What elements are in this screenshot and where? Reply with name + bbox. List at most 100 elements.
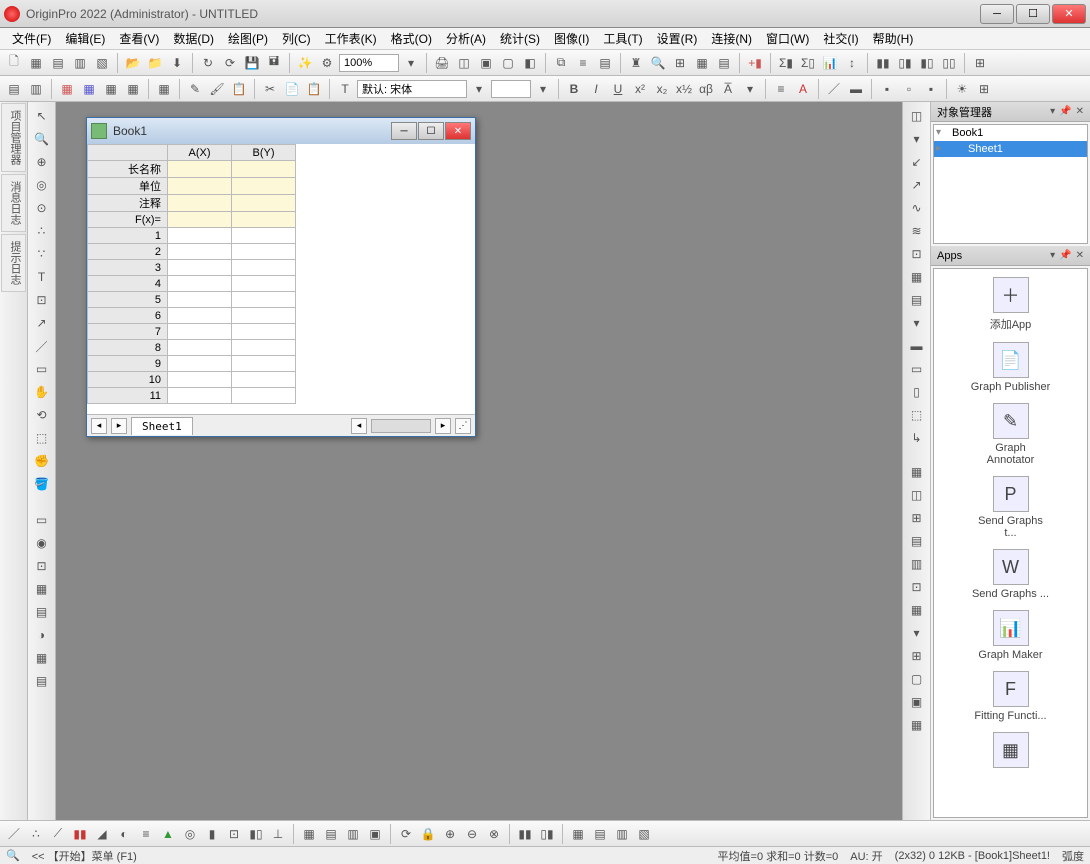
bucket-icon[interactable]: 🪣 (31, 474, 53, 494)
cell[interactable] (168, 372, 232, 388)
plot-a-icon[interactable]: ⊕ (440, 824, 460, 844)
lt-extra1-icon[interactable]: ▭ (31, 510, 53, 530)
app-item[interactable]: WSend Graphs ... (971, 549, 1051, 600)
rt-21-icon[interactable]: ⊡ (907, 577, 927, 597)
add-col-icon[interactable]: +▮ (745, 53, 765, 73)
cell[interactable] (232, 178, 296, 195)
app-item[interactable]: PSend Graphs t... (971, 476, 1051, 539)
rt-19-icon[interactable]: ▤ (907, 531, 927, 551)
panel-pin-icon[interactable]: 📌 (1059, 250, 1071, 261)
align-icon[interactable]: ≡ (771, 79, 791, 99)
apps-list[interactable]: ＋添加App📄Graph Publisher✎Graph AnnotatorPS… (933, 268, 1088, 818)
row-units[interactable]: 单位 (88, 178, 168, 195)
menu-stats[interactable]: 统计(S) (494, 28, 546, 49)
cell[interactable] (232, 161, 296, 178)
apps-header[interactable]: Apps ▾ 📌 ✕ (931, 246, 1090, 266)
row-header[interactable]: 9 (88, 356, 168, 372)
plot-f-icon[interactable]: ▦ (568, 824, 588, 844)
plot-stack-icon[interactable]: ▥ (343, 824, 363, 844)
sheet-nav-prev[interactable]: ▸ (111, 418, 127, 434)
cell[interactable] (232, 244, 296, 260)
rt-20-icon[interactable]: ▥ (907, 554, 927, 574)
cell[interactable] (232, 372, 296, 388)
rt-2-icon[interactable]: ▾ (907, 129, 927, 149)
plot-d-icon[interactable]: ▮▮ (515, 824, 535, 844)
t2-d-icon[interactable]: ▦ (79, 79, 99, 99)
menu-window[interactable]: 窗口(W) (760, 28, 815, 49)
cell[interactable] (168, 178, 232, 195)
region-icon[interactable]: ⬚ (31, 428, 53, 448)
cell[interactable] (168, 292, 232, 308)
plot-i-icon[interactable]: ▧ (634, 824, 654, 844)
plot-3d-icon[interactable]: ▮ (202, 824, 222, 844)
italic-icon[interactable]: I (586, 79, 606, 99)
app-item[interactable]: ▦ (971, 732, 1051, 771)
panel-close-icon[interactable]: ✕ (1076, 250, 1084, 261)
plot-multi-icon[interactable]: ▦ (299, 824, 319, 844)
zoom-combo[interactable]: 100% (339, 54, 399, 72)
cell[interactable] (232, 356, 296, 372)
menu-tools[interactable]: 工具(T) (597, 28, 648, 49)
cell[interactable] (232, 212, 296, 228)
panel-close-icon[interactable]: ✕ (1076, 106, 1084, 117)
t2-f-icon[interactable]: ▦ (123, 79, 143, 99)
palette3-icon[interactable]: ▪ (921, 79, 941, 99)
plot-scatter-icon[interactable]: ∴ (26, 824, 46, 844)
fontcolor-icon[interactable]: A (793, 79, 813, 99)
lt-extra3-icon[interactable]: ⊡ (31, 556, 53, 576)
font-inc-icon[interactable]: A̅ (718, 79, 738, 99)
cell[interactable] (232, 260, 296, 276)
hand-icon[interactable]: ✊ (31, 451, 53, 471)
plot-contour-icon[interactable]: ◎ (180, 824, 200, 844)
zoomin-icon[interactable]: 🔍 (31, 129, 53, 149)
sigma-icon[interactable]: Σ▮ (776, 53, 796, 73)
tab-project-explorer[interactable]: 项目管理器 (1, 103, 26, 172)
app-item[interactable]: 📄Graph Publisher (971, 342, 1051, 393)
rt-10-icon[interactable]: ▾ (907, 313, 927, 333)
panel-menu-icon[interactable]: ▾ (1050, 250, 1055, 261)
lt-extra4-icon[interactable]: ▦ (31, 579, 53, 599)
window1-icon[interactable]: ◫ (454, 53, 474, 73)
t2-c-icon[interactable]: ▦ (57, 79, 77, 99)
row-header[interactable]: 7 (88, 324, 168, 340)
menu-connect[interactable]: 连接(N) (705, 28, 758, 49)
rt-9-icon[interactable]: ▤ (907, 290, 927, 310)
rt-25-icon[interactable]: ▢ (907, 669, 927, 689)
bars4-icon[interactable]: ▯▯ (939, 53, 959, 73)
tab-message-log[interactable]: 消息日志 (1, 174, 26, 232)
rt-23-icon[interactable]: ▾ (907, 623, 927, 643)
window4-icon[interactable]: ◧ (520, 53, 540, 73)
menu-file[interactable]: 文件(F) (6, 28, 57, 49)
workbook-minimize-button[interactable]: ─ (391, 122, 417, 140)
rt-27-icon[interactable]: ▦ (907, 715, 927, 735)
fillcolor-icon[interactable]: ▬ (846, 79, 866, 99)
sigma2-icon[interactable]: Σ▯ (798, 53, 818, 73)
tab-hint-log[interactable]: 提示日志 (1, 234, 26, 292)
menu-edit[interactable]: 编辑(E) (59, 28, 111, 49)
rt-13-icon[interactable]: ▯ (907, 382, 927, 402)
bars3-icon[interactable]: ▮▯ (917, 53, 937, 73)
sort-icon[interactable]: ↕ (842, 53, 862, 73)
linecolor-icon[interactable]: ／ (824, 79, 844, 99)
workbook-titlebar[interactable]: Book1 ─ ☐ ✕ (87, 118, 475, 144)
row-header[interactable]: 2 (88, 244, 168, 260)
cell[interactable] (168, 324, 232, 340)
print-icon[interactable]: 🖨 (432, 53, 452, 73)
rt-17-icon[interactable]: ◫ (907, 485, 927, 505)
annotation-icon[interactable]: ⊡ (31, 290, 53, 310)
plot-dbly-icon[interactable]: ▤ (321, 824, 341, 844)
row-header[interactable]: 11 (88, 388, 168, 404)
row-header[interactable]: 3 (88, 260, 168, 276)
lt-extra6-icon[interactable]: ◑ (31, 625, 53, 645)
duplicate-icon[interactable]: ⧉ (551, 53, 571, 73)
maximize-button[interactable]: ☐ (1016, 4, 1050, 24)
wand-icon[interactable]: ✨ (295, 53, 315, 73)
t2-b-icon[interactable]: ▥ (26, 79, 46, 99)
sheet-nav-first[interactable]: ◂ (91, 418, 107, 434)
font-dec-icon[interactable]: ▾ (740, 79, 760, 99)
menu-column[interactable]: 列(C) (276, 28, 317, 49)
lt-extra2-icon[interactable]: ◉ (31, 533, 53, 553)
menu-social[interactable]: 社交(I) (817, 28, 864, 49)
save-icon[interactable]: 💾 (242, 53, 262, 73)
row-header[interactable]: 6 (88, 308, 168, 324)
